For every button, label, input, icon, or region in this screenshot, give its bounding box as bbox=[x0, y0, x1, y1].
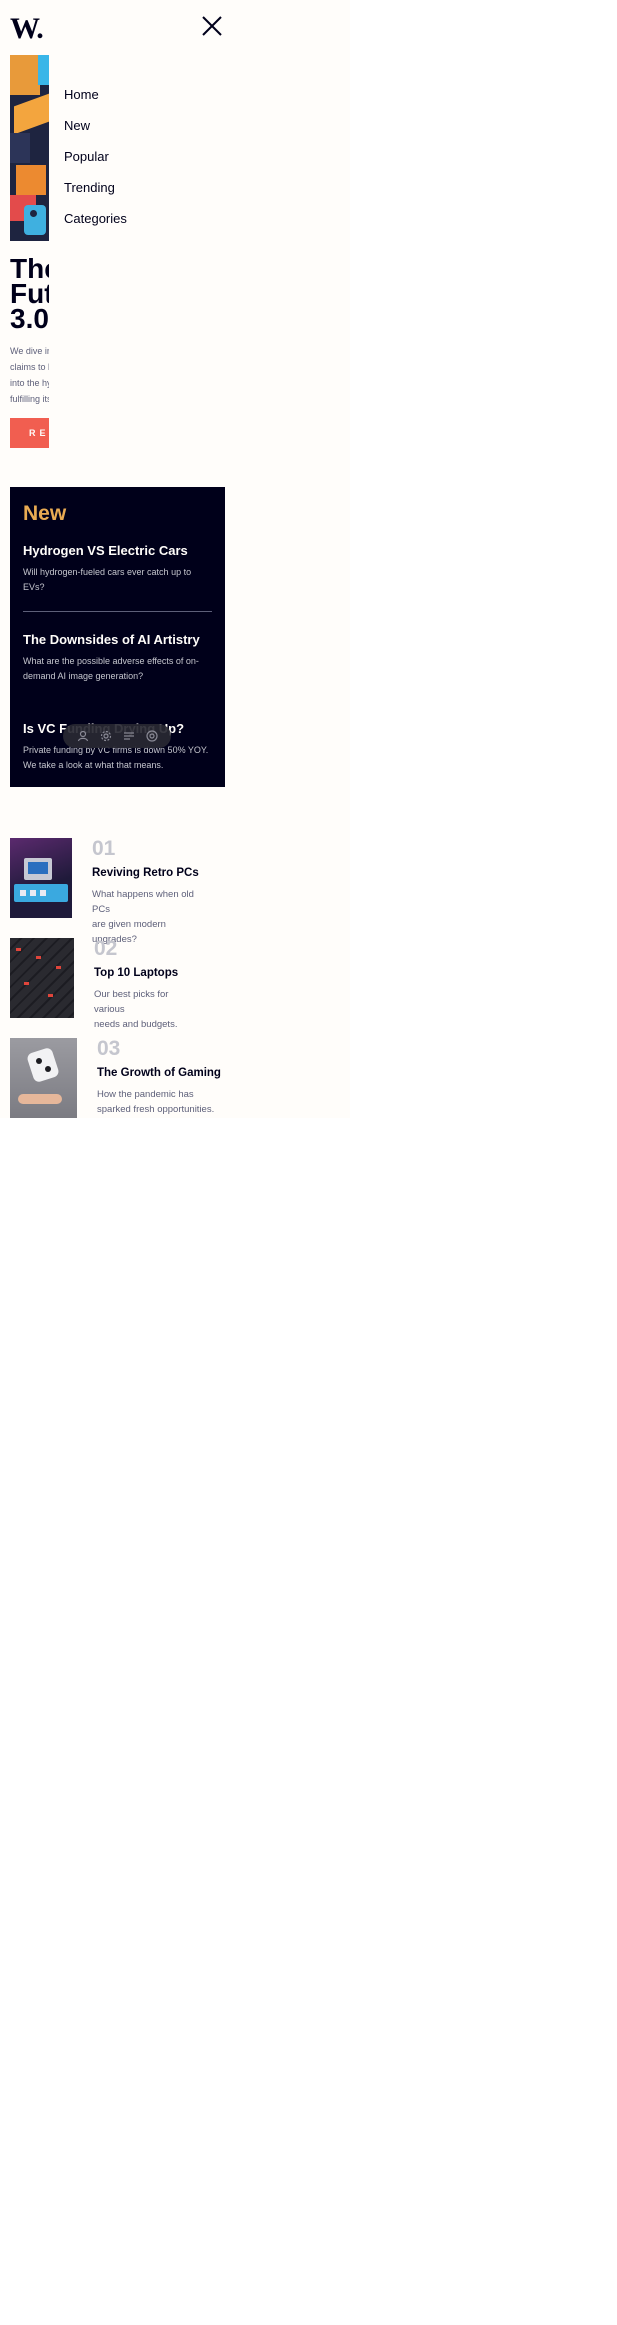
new-item: The Downsides of AI Artistry What are th… bbox=[23, 632, 212, 684]
nav-item-home[interactable]: Home bbox=[64, 88, 127, 102]
list-item-text: 03 The Growth of Gaming How the pandemic… bbox=[97, 1038, 221, 1117]
list-item-number: 01 bbox=[92, 837, 116, 860]
new-item: Hydrogen VS Electric Cars Will hydrogen-… bbox=[23, 543, 212, 595]
list-item-number: 02 bbox=[94, 937, 118, 960]
list-item-description-line: What happens when old PCs bbox=[92, 889, 194, 915]
user-icon[interactable] bbox=[76, 729, 90, 743]
page: W. Home New Popular Trending Categories … bbox=[0, 0, 350, 1118]
hero-description: We dive into the next evolution claims t… bbox=[10, 343, 49, 407]
new-heading: New bbox=[23, 502, 67, 525]
new-item-title[interactable]: Hydrogen VS Electric Cars bbox=[23, 543, 212, 559]
nav-item-categories[interactable]: Categories bbox=[64, 212, 127, 226]
hero-image bbox=[10, 55, 49, 241]
hero-description-line: fulfilling its promise? bbox=[10, 394, 49, 404]
list-item-text: 02 Top 10 Laptops Our best picks for var… bbox=[94, 938, 178, 1032]
divider bbox=[23, 611, 212, 612]
list-item-number: 03 bbox=[97, 1037, 121, 1060]
new-item-description: Will hydrogen-fueled cars ever catch up … bbox=[23, 567, 192, 592]
hero-title: The Bright Future of Web 3.0? bbox=[10, 256, 49, 331]
new-item-title[interactable]: The Downsides of AI Artistry bbox=[23, 632, 212, 648]
hero-title-line: 3.0? bbox=[10, 303, 49, 332]
list-icon[interactable] bbox=[122, 729, 136, 743]
nav-item-trending[interactable]: Trending bbox=[64, 181, 127, 195]
new-item-description: What are the possible adverse effects of… bbox=[23, 656, 199, 681]
divider bbox=[23, 700, 212, 701]
list-item-description-line: needs and budgets. bbox=[94, 1019, 178, 1030]
list-item-text: 01 Reviving Retro PCs What happens when … bbox=[92, 838, 199, 947]
site-logo[interactable]: W. bbox=[10, 14, 44, 44]
laptop-thumbnail[interactable] bbox=[10, 938, 74, 1018]
nav-item-new[interactable]: New bbox=[64, 119, 127, 133]
list-item-description-line: Our best picks for various bbox=[94, 989, 169, 1015]
close-icon bbox=[202, 16, 222, 36]
hero-description-line: into the hype or is it something bbox=[10, 378, 49, 388]
list-item-description: How the pandemic has sparked fresh oppor… bbox=[97, 1087, 221, 1117]
list-item-title[interactable]: Top 10 Laptops bbox=[94, 966, 178, 980]
read-more-button[interactable]: READ MORE bbox=[10, 418, 49, 448]
list-item-description-line: sparked fresh opportunities. bbox=[97, 1104, 215, 1115]
floating-toolbar bbox=[63, 724, 171, 748]
retro-pc-thumbnail[interactable] bbox=[10, 838, 72, 918]
globe-icon[interactable] bbox=[145, 729, 159, 743]
nav-item-popular[interactable]: Popular bbox=[64, 150, 127, 164]
hero-description-line: claims to be a new paradigm. Is it bbox=[10, 362, 49, 372]
list-item-description: Our best picks for various needs and bud… bbox=[94, 987, 178, 1032]
list-item-title[interactable]: The Growth of Gaming bbox=[97, 1066, 221, 1080]
hero-description-line: We dive into the next evolution bbox=[10, 346, 49, 356]
main-nav: Home New Popular Trending Categories bbox=[64, 88, 127, 243]
list-item-description-line: How the pandemic has bbox=[97, 1089, 194, 1100]
list-item-title[interactable]: Reviving Retro PCs bbox=[92, 866, 199, 880]
gaming-thumbnail[interactable] bbox=[10, 1038, 77, 1118]
close-menu-button[interactable] bbox=[200, 14, 224, 38]
settings-icon[interactable] bbox=[99, 729, 113, 743]
